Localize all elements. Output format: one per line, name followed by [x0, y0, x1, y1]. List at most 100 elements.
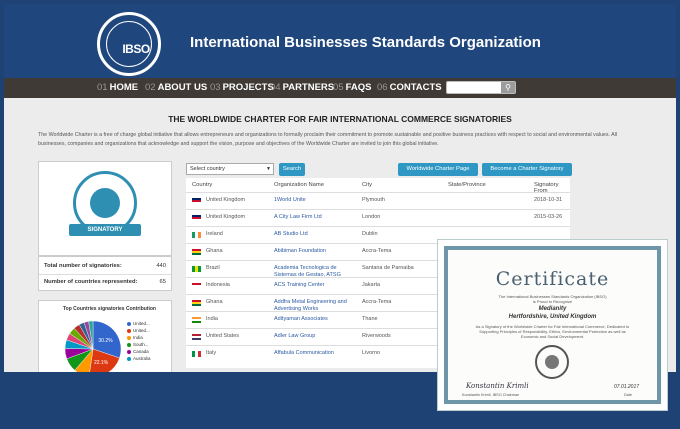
- legend-dot: [127, 335, 131, 340]
- table-cell-country: Brazil: [206, 265, 220, 271]
- nav-label: PARTNERS: [282, 82, 335, 93]
- nav-num: 02: [145, 82, 156, 93]
- stat-total: Total number of signatories: 440: [39, 259, 171, 273]
- become-signatory-button[interactable]: Become a Charter Signatory: [482, 163, 572, 176]
- table-cell-city: Riverwoods: [362, 333, 391, 339]
- legend-dot: [127, 328, 131, 333]
- select-value: Select country: [190, 166, 225, 172]
- legend-item: Australia: [127, 356, 151, 361]
- table-cell-city: Plymouth: [362, 197, 385, 203]
- certificate-border: Certificate The International Businesses…: [444, 246, 661, 404]
- nav-item-contacts[interactable]: 06 CONTACTS: [377, 82, 442, 93]
- nav-item-about[interactable]: 02 ABOUT US: [145, 82, 207, 93]
- nav-item-partners[interactable]: 04 PARTNERS: [270, 82, 334, 93]
- stat-value: 440: [156, 263, 166, 269]
- table-cell-city: Livorno: [362, 350, 381, 356]
- legend-item: Canada: [127, 349, 149, 354]
- column-header[interactable]: State/Province: [448, 182, 486, 188]
- stat-countries: Number of countries represented: 65: [39, 274, 171, 288]
- table-cell-city: Accra-Tema: [362, 248, 392, 254]
- nav-item-projects[interactable]: 03 PROJECTS: [210, 82, 274, 93]
- table-cell-org[interactable]: Affabula Communication: [274, 350, 356, 357]
- certificate-title: Certificate: [495, 268, 610, 290]
- certificate-recipient: Medianity: [538, 306, 567, 312]
- site-header: IBSO International Businesses Standards …: [4, 4, 676, 78]
- table-cell-country: Ireland: [206, 231, 223, 237]
- legend-label: South...: [133, 342, 149, 347]
- table-cell-org[interactable]: Abibiman Foundation: [274, 248, 356, 255]
- signatory-seal-box: SIGNATORY: [38, 161, 172, 256]
- flag-icon: [192, 249, 201, 255]
- legend-label: India: [133, 335, 143, 340]
- flag-icon: [192, 334, 201, 340]
- table-cell-city: Accra-Tema: [362, 299, 392, 305]
- search-button[interactable]: Search: [279, 163, 305, 176]
- ibso-logo[interactable]: IBSO: [97, 12, 161, 76]
- table-cell-city: Santana de Parnaiba: [362, 265, 414, 271]
- legend-dot: [127, 349, 131, 354]
- table-cell-org[interactable]: 1World Unite: [274, 197, 356, 204]
- nav-item-home[interactable]: 01 HOME: [97, 82, 138, 93]
- flag-icon: [192, 266, 201, 272]
- legend-dot: [127, 342, 131, 347]
- table-cell-org[interactable]: ACS Training Center: [274, 282, 356, 289]
- nav-label: HOME: [109, 82, 139, 93]
- chevron-down-icon: ▼: [266, 166, 271, 172]
- pie-data-label: 30.2%: [98, 338, 113, 344]
- column-header[interactable]: Organization Name: [274, 182, 324, 188]
- stats-box: Total number of signatories: 440 Number …: [38, 256, 172, 291]
- legend-item: United...: [127, 321, 150, 326]
- table-cell-date: 2018-10-31: [534, 197, 563, 203]
- column-header[interactable]: City: [362, 182, 372, 188]
- intro-text: The Worldwide Charter is a free of charg…: [38, 132, 618, 147]
- logo-text: IBSO: [122, 42, 150, 56]
- nav-num: 04: [270, 82, 281, 93]
- nav-search-input[interactable]: ⚲: [446, 81, 516, 94]
- flag-icon: [192, 283, 201, 289]
- charter-page-button[interactable]: Worldwide Charter Page: [398, 163, 478, 176]
- stat-value: 65: [159, 279, 166, 285]
- nav-label: CONTACTS: [389, 82, 442, 93]
- search-icon[interactable]: ⚲: [501, 82, 515, 93]
- certificate-overlay: Certificate The International Businesses…: [437, 239, 668, 411]
- flag-icon: [192, 215, 201, 221]
- pie-data-label: 22.1%: [94, 360, 109, 366]
- table-cell-city: Dublin: [362, 231, 378, 237]
- certificate-line2: is Proud to Recognize: [532, 299, 573, 304]
- table-cell-org[interactable]: Adityaman Associates: [274, 316, 356, 323]
- legend-item: India: [127, 335, 143, 340]
- nav-label: PROJECTS: [222, 82, 274, 93]
- nav-label: FAQS: [345, 82, 372, 93]
- table-cell-org[interactable]: AB Studio Ltd: [274, 231, 356, 238]
- table-cell-country: Italy: [206, 350, 217, 356]
- table-cell-country: Ghana: [206, 248, 223, 254]
- legend-label: Australia: [133, 356, 151, 361]
- nav-num: 06: [377, 82, 388, 93]
- table-cell-country: Ghana: [206, 299, 223, 305]
- flag-icon: [192, 317, 201, 323]
- certificate-location: Hertfordshire, United Kingdom: [508, 314, 597, 320]
- table-row[interactable]: United Kingdom 1World Unite Plymouth 2018-1…: [186, 192, 570, 209]
- nav-num: 03: [210, 82, 221, 93]
- nav-num: 01: [97, 82, 108, 93]
- table-row[interactable]: United Kingdom A City Law Firm Ltd London 2…: [186, 209, 570, 226]
- flag-icon: [192, 351, 201, 357]
- stat-label: Total number of signatories:: [44, 263, 122, 269]
- table-cell-org[interactable]: A City Law Firm Ltd: [274, 214, 356, 221]
- date-label: Date: [624, 393, 633, 397]
- signature: Konstantin Krimli: [466, 382, 529, 390]
- column-header[interactable]: Country: [192, 182, 212, 188]
- main-nav: 01 HOME 02 ABOUT US 03 PROJECTS 04 PARTNERS …: [4, 78, 676, 98]
- legend-item: South...: [127, 342, 149, 347]
- country-select[interactable]: Select country ▼: [186, 163, 274, 175]
- nav-item-faqs[interactable]: 05 FAQS: [333, 82, 371, 93]
- table-cell-city: Thane: [362, 316, 378, 322]
- table-cell-org[interactable]: Adler Law Group: [274, 333, 356, 340]
- table-cell-country: Indonesia: [206, 282, 230, 288]
- certificate-seal: [535, 345, 569, 379]
- flag-icon: [192, 198, 201, 204]
- table-cell-country: United Kingdom: [206, 214, 246, 220]
- stat-label: Number of countries represented:: [44, 279, 138, 285]
- legend-item: United...: [127, 328, 150, 333]
- site-title: International Businesses Standards Organ…: [190, 34, 541, 51]
